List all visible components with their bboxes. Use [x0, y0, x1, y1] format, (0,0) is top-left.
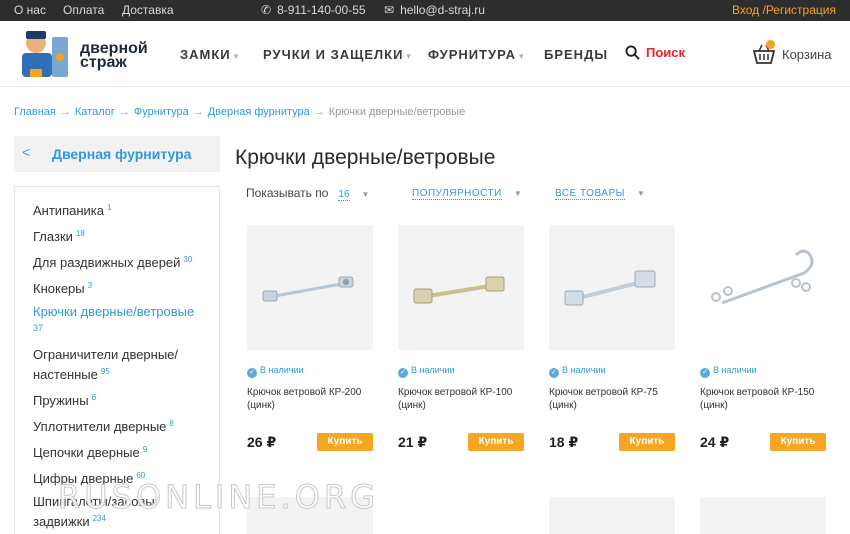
product-name[interactable]: Крючок ветровой КР-150 (цинк): [700, 386, 828, 412]
sidebar-item[interactable]: Антипаника 1: [33, 199, 213, 219]
top-bar: О нас Оплата Доставка ✆ 8-911-140-00-55 ✉…: [0, 0, 850, 21]
site-header: дверной страж ЗАМКИ ▾ РУЧКИ И ЗАЩЕЛКИ ▾ ФУ…: [0, 21, 850, 87]
arrow-right-icon: →: [118, 106, 130, 118]
phone-number: 8-911-140-00-55: [277, 3, 366, 17]
buy-button[interactable]: Купить: [770, 433, 826, 451]
check-icon: ✓: [700, 368, 710, 378]
sidebar-item[interactable]: Ограничители дверные/ настенные 95: [33, 346, 183, 383]
product-price: 26 ₽: [247, 434, 277, 450]
chevron-down-icon: ▼: [361, 190, 370, 199]
chevron-down-icon: ▼: [513, 189, 523, 198]
product-card[interactable]: ✓ В наличии Крючок ветровой КР-75 (цинк) …: [549, 225, 679, 455]
product-name[interactable]: Крючок ветровой КР-100 (цинк): [398, 386, 526, 412]
check-icon: ✓: [398, 368, 408, 378]
product-image-partial[interactable]: [700, 497, 826, 534]
product-image[interactable]: [700, 225, 826, 350]
product-card[interactable]: ✓ В наличии Крючок ветровой КР-200 (цинк)…: [247, 225, 377, 455]
hook-image-icon: [413, 276, 505, 304]
about-link[interactable]: О нас: [14, 3, 46, 17]
delivery-link[interactable]: Доставка: [122, 3, 174, 17]
cart-button[interactable]: Корзина: [752, 40, 832, 65]
logo-mascot-icon: [22, 31, 68, 77]
login-link[interactable]: Вход /Регистрация: [732, 3, 836, 17]
email-address: hello@d-straj.ru: [400, 3, 485, 17]
nav-hardware[interactable]: ФУРНИТУРА ▾: [428, 47, 525, 62]
logo[interactable]: дверной страж: [14, 29, 148, 81]
arrow-right-icon: →: [192, 106, 204, 118]
cart-label: Корзина: [782, 47, 832, 62]
hook-image-icon: [564, 270, 656, 306]
sidebar-item[interactable]: Кнокеры 3: [33, 277, 213, 297]
sidebar-item[interactable]: Для раздвижных дверей 30: [33, 251, 213, 271]
logo-text: дверной страж: [80, 40, 148, 71]
per-page-control[interactable]: Показывать по 16 ▼: [246, 186, 370, 201]
product-price: 24 ₽: [700, 434, 730, 450]
cart-badge: [766, 40, 775, 49]
per-page-label: Показывать по: [246, 186, 329, 200]
chevron-down-icon: ▾: [519, 51, 525, 61]
stock-status: ✓ В наличии: [398, 365, 455, 378]
product-card[interactable]: ✓ В наличии Крючок ветровой КР-100 (цинк)…: [398, 225, 528, 455]
nav-brands[interactable]: БРЕНДЫ: [544, 47, 608, 62]
product-card[interactable]: ✓ В наличии Крючок ветровой КР-150 (цинк)…: [700, 225, 830, 455]
check-icon: ✓: [247, 368, 257, 378]
product-price: 21 ₽: [398, 434, 428, 450]
sidebar-item[interactable]: Цепочки дверные 9: [33, 441, 213, 461]
sidebar-item-active[interactable]: Крючки дверные/ветровые 37: [33, 303, 213, 337]
chevron-left-icon: <: [22, 144, 31, 160]
email-link[interactable]: ✉ hello@d-straj.ru: [384, 3, 485, 17]
breadcrumb-current: Крючки дверные/ветровые: [328, 106, 466, 118]
product-image[interactable]: [398, 225, 524, 350]
sidebar-header[interactable]: < Дверная фурнитура: [14, 136, 220, 172]
payment-link[interactable]: Оплата: [63, 3, 104, 17]
sidebar-item[interactable]: Глазки 18: [33, 225, 213, 245]
breadcrumb-catalog[interactable]: Каталог: [75, 106, 115, 118]
phone-icon: ✆: [261, 3, 272, 17]
arrow-right-icon: →: [59, 106, 71, 118]
stock-status: ✓ В наличии: [247, 365, 304, 378]
sidebar-item[interactable]: Уплотнители дверные 8: [33, 415, 213, 435]
phone-link[interactable]: ✆ 8-911-140-00-55: [261, 3, 366, 17]
check-icon: ✓: [549, 368, 559, 378]
hook-image-icon: [262, 276, 354, 302]
sidebar-item[interactable]: Пружины 6: [33, 389, 213, 409]
product-image-partial[interactable]: [549, 497, 675, 534]
chevron-down-icon: ▾: [406, 51, 412, 61]
availability-filter[interactable]: ВСЕ ТОВАРЫ ▼: [555, 188, 646, 200]
availability-value[interactable]: ВСЕ ТОВАРЫ: [555, 188, 625, 200]
product-name[interactable]: Крючок ветровой КР-75 (цинк): [549, 386, 677, 412]
nav-handles[interactable]: РУЧКИ И ЗАЩЕЛКИ ▾: [263, 47, 412, 62]
buy-button[interactable]: Купить: [317, 433, 373, 451]
sort-value[interactable]: ПОПУЛЯРНОСТИ: [412, 188, 502, 200]
sidebar-title: Дверная фурнитура: [52, 146, 192, 162]
buy-button[interactable]: Купить: [468, 433, 524, 451]
product-price: 18 ₽: [549, 434, 579, 450]
per-page-value[interactable]: 16: [338, 189, 350, 201]
nav-locks[interactable]: ЗАМКИ ▾: [180, 47, 239, 62]
breadcrumb: Главная → Каталог → Фурнитура → Дверная фурнит…: [14, 106, 465, 118]
watermark: RUSONLINE.ORG: [58, 478, 379, 517]
search-icon: [625, 45, 640, 60]
breadcrumb-home[interactable]: Главная: [14, 106, 56, 118]
product-name[interactable]: Крючок ветровой КР-200 (цинк): [247, 386, 375, 412]
stock-status: ✓ В наличии: [700, 365, 757, 378]
product-image[interactable]: [549, 225, 675, 350]
stock-status: ✓ В наличии: [549, 365, 606, 378]
mail-icon: ✉: [384, 3, 395, 17]
chevron-down-icon: ▾: [233, 51, 240, 61]
search-button[interactable]: Поиск: [625, 45, 685, 60]
sort-control[interactable]: ПОПУЛЯРНОСТИ ▼: [412, 188, 523, 200]
buy-button[interactable]: Купить: [619, 433, 675, 451]
chevron-down-icon: ▼: [636, 189, 646, 198]
breadcrumb-hardware[interactable]: Фурнитура: [134, 106, 189, 118]
hook-image-icon: [711, 249, 814, 305]
page-title: Крючки дверные/ветровые: [235, 146, 496, 169]
breadcrumb-door-hardware[interactable]: Дверная фурнитура: [208, 106, 310, 118]
arrow-right-icon: →: [313, 106, 325, 118]
product-image[interactable]: [247, 225, 373, 350]
